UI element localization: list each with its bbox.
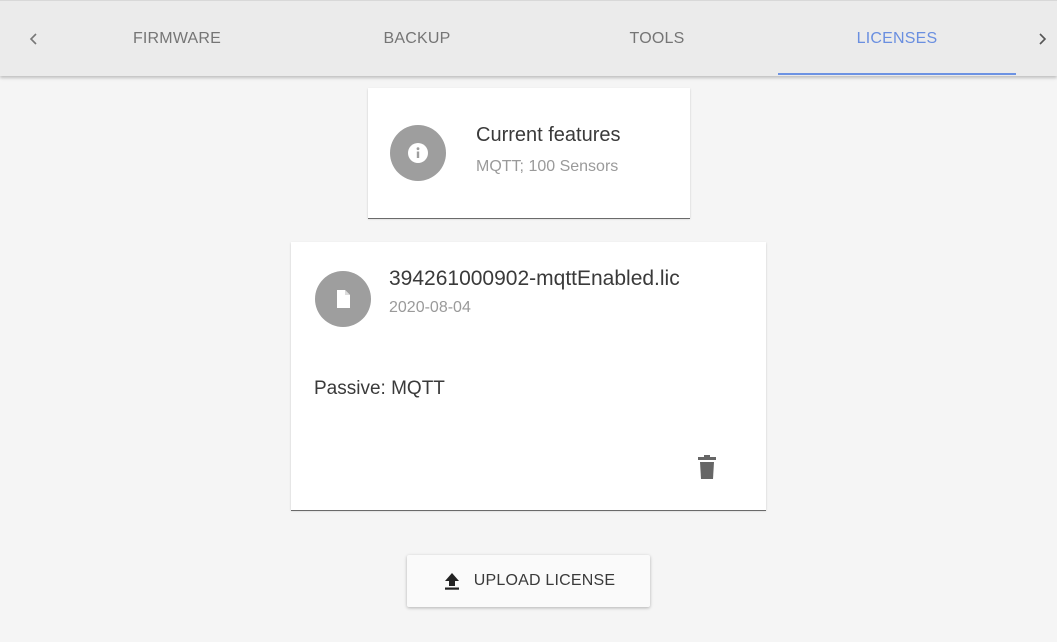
trash-icon [698, 455, 716, 479]
card-divider [368, 218, 690, 219]
tab-firmware-label: FIRMWARE [132, 30, 222, 47]
license-date: 2020-08-04 [389, 299, 471, 316]
license-description: Passive: MQTT [314, 378, 445, 399]
card-divider [291, 510, 766, 511]
license-filename: 394261000902-mqttEnabled.lic [389, 267, 680, 290]
features-title: Current features [476, 124, 621, 146]
upload-license-button[interactable]: UPLOAD LICENSE [407, 555, 650, 607]
current-features-card: Current features MQTT; 100 Sensors [368, 88, 690, 219]
tab-bar: FIRMWARE BACKUP TOOLS LICENSES [0, 0, 1057, 76]
tab-tools[interactable]: TOOLS [540, 1, 774, 77]
delete-license-button[interactable] [691, 450, 723, 484]
chevron-right-icon [1039, 33, 1047, 45]
features-list: MQTT; 100 Sensors [476, 158, 619, 175]
file-icon [337, 290, 350, 308]
tab-licenses-label: LICENSES [856, 30, 938, 47]
tab-firmware[interactable]: FIRMWARE [60, 1, 294, 77]
tab-backup-label: BACKUP [383, 30, 451, 47]
tab-tools-label: TOOLS [629, 30, 685, 47]
upload-icon [444, 573, 459, 590]
license-card: 394261000902-mqttEnabled.lic 2020-08-04 … [291, 242, 766, 511]
upload-license-label: UPLOAD LICENSE [473, 572, 616, 589]
tab-backup[interactable]: BACKUP [300, 1, 534, 77]
chevron-left-icon [29, 33, 37, 45]
license-avatar [315, 271, 371, 327]
features-avatar [390, 125, 446, 181]
active-tab-indicator [778, 73, 1016, 75]
info-icon [408, 143, 428, 163]
tabs-scroll-left-button[interactable] [14, 1, 54, 77]
tabs-scroll-right-button[interactable] [1022, 1, 1057, 77]
tab-licenses[interactable]: LICENSES [780, 1, 1014, 77]
